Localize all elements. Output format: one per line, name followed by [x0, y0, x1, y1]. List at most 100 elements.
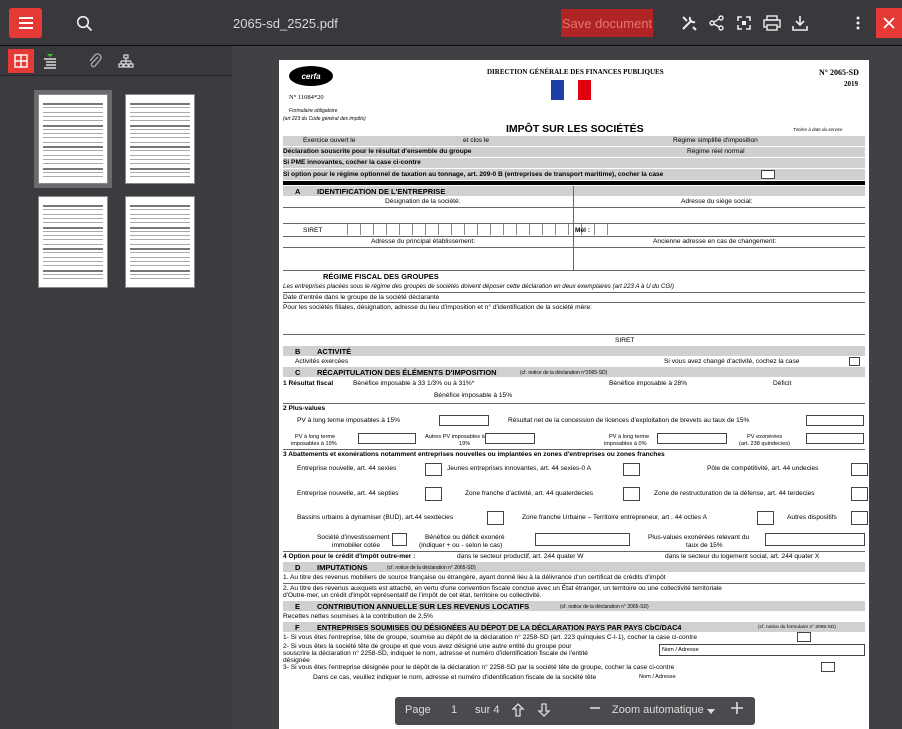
thumbnail-line [130, 256, 190, 258]
close-button[interactable] [876, 8, 902, 38]
section-f-note: (cf. notice du formulaire n° 2065-SD) [758, 625, 836, 630]
adresse-principal-label: Adresse du principal établissement: [371, 238, 476, 245]
cgi-reference: (art 223 du Code général des impôts) [283, 116, 366, 122]
zoom-select[interactable]: Zoom automatique [612, 704, 704, 716]
benef-exo-label-b: (indiquer + ou - selon le cas) [419, 542, 503, 549]
thumbnail-line [130, 111, 190, 113]
tools-button[interactable] [676, 10, 702, 36]
page-label: Page [405, 704, 431, 716]
autres-pv-field[interactable] [485, 433, 535, 444]
cbc-3-checkbox[interactable] [821, 662, 835, 672]
formulaire-obligatoire: Formulaire obligatoire [289, 108, 338, 114]
print-button[interactable] [759, 10, 785, 36]
thumbnail-line [43, 154, 103, 156]
pv-exo-field[interactable] [806, 433, 864, 444]
thumbnail-line [130, 150, 190, 152]
outline-view-button[interactable] [37, 49, 63, 73]
pv-lt-19-label-b: imposables à 19% [291, 441, 337, 447]
licences-field[interactable] [806, 415, 864, 426]
next-page-button[interactable] [537, 702, 551, 721]
pv-lt-15-field[interactable] [439, 415, 489, 426]
zoom-dropdown-caret[interactable] [707, 706, 715, 718]
thumbnail-line [43, 103, 103, 105]
more-button[interactable] [845, 10, 871, 36]
thumbnail-line [43, 226, 103, 229]
outline-icon [44, 54, 56, 69]
menu-button[interactable] [9, 8, 42, 38]
thumbnail-line [43, 176, 103, 178]
bassins-box[interactable] [487, 511, 504, 525]
arrow-down-icon [537, 703, 551, 717]
tonnage-checkbox[interactable] [761, 170, 775, 179]
ent-nouv-sexies-box[interactable] [425, 463, 442, 476]
page-thumbnail-3[interactable] [38, 196, 108, 288]
save-document-button[interactable]: Save document [561, 9, 653, 37]
benefice-33-label: Bénéfice imposable à 33 1/3% ou à 31%* [353, 380, 475, 387]
changement-activite-checkbox[interactable] [849, 357, 860, 366]
zone-franche-box[interactable] [623, 487, 640, 501]
thumbnails-view-button[interactable] [8, 49, 34, 73]
fullscreen-icon [737, 16, 751, 30]
pole-compet-box[interactable] [851, 463, 868, 476]
pv-exo-label-b: (art. 238 quindecies) [739, 441, 790, 447]
pme-label: Si PME innovantes, cocher la case ci-con… [283, 159, 421, 166]
zone-restruct-box[interactable] [851, 487, 868, 501]
close-icon [883, 17, 895, 29]
clos-label: et clos le [463, 137, 490, 144]
abattements-label: 3 Abattements et exonérations notamment … [283, 451, 665, 458]
search-button[interactable] [66, 8, 102, 38]
pv-lt-19-label-a: PV à long terme [295, 434, 336, 440]
thumbnail-line [43, 146, 103, 148]
changement-activite-label: Si vous avez changé d'activité, cochez l… [664, 358, 800, 365]
pv-lt-19-field[interactable] [358, 433, 416, 444]
zfu-box[interactable] [757, 511, 774, 525]
page-thumbnail-2[interactable] [125, 94, 195, 184]
thumbnail-line [130, 243, 190, 245]
page-thumbnail-4[interactable] [125, 196, 195, 288]
share-button[interactable] [704, 10, 730, 36]
ent-nouv-septies-box[interactable] [425, 487, 442, 501]
cbc-question-3: 3- Si vous êtes l'entreprise désignée po… [283, 664, 675, 671]
search-icon [76, 15, 92, 31]
jeunes-ent-box[interactable] [623, 463, 640, 476]
cbc-1-checkbox[interactable] [797, 632, 811, 642]
cbc-question-2-b: souscrire la déclaration n° 2258-SD, ind… [283, 650, 588, 657]
thumbnail-line [43, 248, 103, 250]
download-button[interactable] [787, 10, 813, 36]
document-title: 2065-sd_2525.pdf [233, 16, 338, 31]
exercice-label: Exercice ouvert le [303, 137, 356, 144]
section-b-title: ACTIVITÉ [317, 347, 352, 356]
thumbnail-line [130, 158, 190, 160]
thumbnail-line [43, 120, 103, 122]
document-viewer[interactable]: cerfa DIRECTION GÉNÉRALE DES FINANCES PU… [232, 46, 902, 729]
pv-lt-0-field[interactable] [657, 433, 727, 444]
thumbnail-line [130, 239, 190, 241]
benef-exo-field[interactable] [535, 533, 630, 546]
arrow-up-icon [511, 703, 525, 717]
siret-label: SIRET [303, 227, 323, 234]
zoom-in-button[interactable] [730, 701, 744, 718]
thumbnail-line [43, 128, 103, 130]
autres-dispositifs-box[interactable] [851, 511, 868, 525]
thumbnail-line [130, 115, 190, 117]
pv-exo-label-a: PV exonérées [747, 434, 783, 440]
thumbnail-line [43, 217, 103, 219]
section-c-title: RÉCAPITULATION DES ÉLÉMENTS D'IMPOSITION [317, 368, 497, 377]
thumbnail-line [130, 133, 190, 135]
thumbnail-line [43, 158, 103, 160]
thumbnail-line [130, 265, 190, 267]
pv-exo15-field[interactable] [765, 533, 865, 546]
page-number-input[interactable]: 1 [451, 704, 457, 716]
soc-invest-box[interactable] [392, 533, 407, 546]
fullscreen-button[interactable] [731, 10, 757, 36]
thumbnail-line [43, 133, 103, 135]
previous-page-button[interactable] [511, 702, 525, 721]
attachments-view-button[interactable] [82, 49, 108, 73]
layers-view-button[interactable] [113, 49, 139, 73]
thumbnail-line [130, 278, 190, 280]
autres-pv-label-a: Autres PV imposables à [425, 434, 485, 440]
zoom-out-button[interactable] [589, 701, 601, 720]
page-thumbnail-1[interactable] [34, 90, 112, 188]
zone-franche-label: Zone franche d'activité, art. 44 quaterd… [465, 490, 594, 497]
outremer-logement-label: dans le secteur du logement social, art.… [665, 553, 820, 560]
